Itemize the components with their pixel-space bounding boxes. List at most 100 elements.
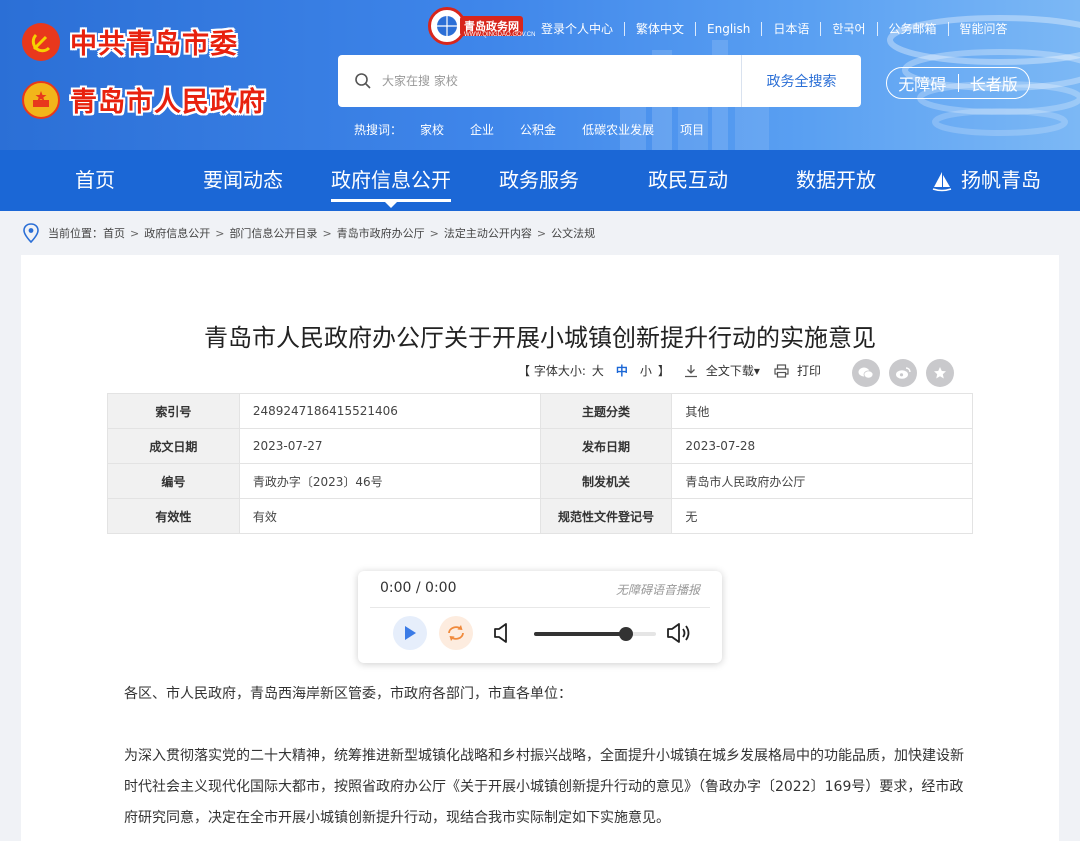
volume-slider-fill [534, 632, 626, 636]
site-header: 中共青岛市委 青岛市人民政府 青岛政务网 WWW.QINGDAO.GOV.CN … [0, 0, 1080, 150]
font-size-small[interactable]: 小 [640, 362, 652, 379]
download-icon [684, 364, 697, 377]
font-size-close: 】 [657, 364, 670, 378]
nav-open-data[interactable]: 数据开放 [796, 150, 876, 211]
main-nav: 首页 要闻动态 政府信息公开 政务服务 政民互动 数据开放 扬帆青岛 [0, 150, 1080, 211]
article-tools: 【 字体大小: 大 中 小 】 全文下载▾ 打印 [518, 362, 821, 379]
download-label: 全文下载▾ [705, 364, 760, 378]
nav-gov-info-disclosure[interactable]: 政府信息公开 [331, 150, 451, 211]
audio-time: 0:00 / 0:00 [380, 580, 457, 596]
traditional-chinese-link[interactable]: 繁体中文 [625, 20, 695, 37]
meta-value: 无 [671, 498, 973, 534]
weibo-share-icon[interactable] [889, 359, 917, 387]
meta-key: 成文日期 [107, 428, 240, 464]
audio-player: 0:00 / 0:00 无障碍语音播报 [358, 571, 722, 663]
meta-value: 2023-07-27 [238, 428, 541, 464]
search-icon [355, 73, 371, 89]
font-size-label: 【 字体大小: [518, 364, 586, 378]
loop-button[interactable] [439, 616, 473, 650]
volume-slider-handle[interactable] [618, 627, 633, 641]
hot-keyword[interactable]: 家校 [420, 121, 444, 138]
english-link[interactable]: English [696, 22, 761, 36]
breadcrumb-item[interactable]: 部门信息公开目录 [229, 225, 317, 241]
official-mail-link[interactable]: 公务邮箱 [878, 20, 948, 37]
meta-key: 主题分类 [539, 393, 673, 429]
audio-player-label: 无障碍语音播报 [615, 583, 700, 597]
qingdao-gov-site-badge[interactable]: 青岛政务网 WWW.QINGDAO.GOV.CN [428, 6, 535, 46]
party-committee-logo[interactable]: 中共青岛市委 [22, 22, 238, 61]
meta-key: 有效性 [107, 498, 240, 534]
print-button[interactable]: 打印 [774, 362, 821, 379]
chevron-right-icon: > [322, 226, 332, 240]
login-link[interactable]: 登录个人中心 [530, 20, 624, 37]
hot-keyword[interactable]: 公积金 [520, 121, 556, 138]
chevron-right-icon: > [536, 226, 547, 240]
hot-keyword[interactable]: 企业 [470, 121, 494, 138]
article-paragraph: 为深入贯彻落实党的二十大精神，统筹推进新型城镇化战略和乡村振兴战略，全面提升小城… [124, 748, 964, 826]
document-metadata-table: 索引号 2489247186415521406 主题分类 其他 成文日期 202… [107, 393, 973, 534]
meta-key: 规范性文件登记号 [539, 498, 673, 534]
nav-home[interactable]: 首页 [75, 150, 115, 211]
article-title: 青岛市人民政府办公厅关于开展小城镇创新提升行动的实施意见 [204, 324, 876, 352]
volume-up-icon[interactable] [666, 621, 692, 645]
hot-search-words: 热搜词： 家校 企业 公积金 低碳农业发展 项目 [354, 121, 730, 138]
city-government-logo[interactable]: 青岛市人民政府 [22, 80, 266, 119]
favorite-star-icon[interactable] [926, 359, 954, 387]
city-government-name: 青岛市人民政府 [70, 87, 266, 118]
font-size-large[interactable]: 大 [592, 362, 604, 379]
party-committee-name: 中共青岛市委 [70, 29, 238, 60]
smart-qa-link[interactable]: 智能问答 [949, 20, 1019, 37]
wechat-share-icon[interactable] [852, 359, 880, 387]
play-button[interactable] [393, 616, 427, 650]
download-button[interactable]: 全文下载▾ [684, 362, 760, 379]
font-size-medium[interactable]: 中 [616, 362, 628, 379]
japanese-link[interactable]: 日本语 [762, 20, 820, 37]
hot-keyword[interactable]: 项目 [680, 121, 704, 138]
print-label: 打印 [796, 364, 821, 378]
accessibility-switch: 无障碍 长者版 [886, 67, 1030, 99]
meta-key: 索引号 [107, 393, 240, 429]
meta-value: 青政办字〔2023〕46号 [238, 463, 541, 499]
location-pin-icon [23, 223, 39, 243]
nav-interaction[interactable]: 政民互动 [648, 150, 728, 211]
speaker-icon[interactable] [493, 621, 513, 645]
share-buttons [852, 359, 963, 387]
meta-key: 制发机关 [539, 463, 673, 499]
printer-icon [774, 363, 789, 378]
site-badge-url: WWW.QINGDAO.GOV.CN [464, 32, 536, 38]
loop-icon [448, 625, 464, 641]
meta-key: 发布日期 [539, 428, 673, 464]
table-row: 编号 青政办字〔2023〕46号 制发机关 青岛市人民政府办公厅 [107, 463, 973, 499]
play-icon [405, 626, 416, 640]
nav-news[interactable]: 要闻动态 [203, 150, 283, 211]
nav-gov-services[interactable]: 政务服务 [499, 150, 579, 211]
breadcrumb-item[interactable]: 公文法规 [551, 225, 595, 241]
hot-keyword[interactable]: 低碳农业发展 [582, 121, 654, 138]
breadcrumb: 当前位置： 首页 > 政府信息公开 > 部门信息公开目录 > 青岛市政府办公厅 … [22, 222, 595, 244]
breadcrumb-item[interactable]: 政府信息公开 [144, 225, 210, 241]
sailboat-icon [932, 171, 952, 191]
barrier-free-button[interactable]: 无障碍 [887, 71, 958, 95]
breadcrumb-label: 当前位置： [48, 227, 103, 240]
chevron-right-icon: > [429, 226, 439, 240]
breadcrumb-item[interactable]: 青岛市政府办公厅 [337, 225, 425, 241]
search-box: 政务全搜索 [338, 55, 861, 107]
elderly-mode-button[interactable]: 长者版 [959, 71, 1030, 95]
volume-slider[interactable] [534, 627, 656, 641]
search-input[interactable] [382, 74, 722, 88]
article-card: 青岛市人民政府办公厅关于开展小城镇创新提升行动的实施意见 【 字体大小: 大 中… [21, 255, 1059, 841]
top-links: 登录个人中心 繁体中文 English 日本语 한국어 公务邮箱 智能问答 [530, 20, 1019, 37]
national-emblem-icon [22, 80, 60, 119]
meta-value: 青岛市人民政府办公厅 [671, 463, 973, 499]
korean-link[interactable]: 한국어 [821, 20, 876, 37]
meta-value: 其他 [671, 393, 973, 429]
article-paragraph: 各区、市人民政府，青岛西海岸新区管委，市政府各部门，市直各单位： [124, 686, 572, 702]
meta-value: 有效 [238, 498, 541, 534]
chevron-right-icon: > [130, 226, 140, 240]
meta-key: 编号 [107, 463, 240, 499]
divider [370, 607, 710, 608]
breadcrumb-item[interactable]: 首页 [103, 225, 125, 241]
breadcrumb-item[interactable]: 法定主动公开内容 [444, 225, 532, 241]
nav-sail-qingdao[interactable]: 扬帆青岛 [931, 150, 1041, 211]
search-button[interactable]: 政务全搜索 [741, 55, 861, 107]
